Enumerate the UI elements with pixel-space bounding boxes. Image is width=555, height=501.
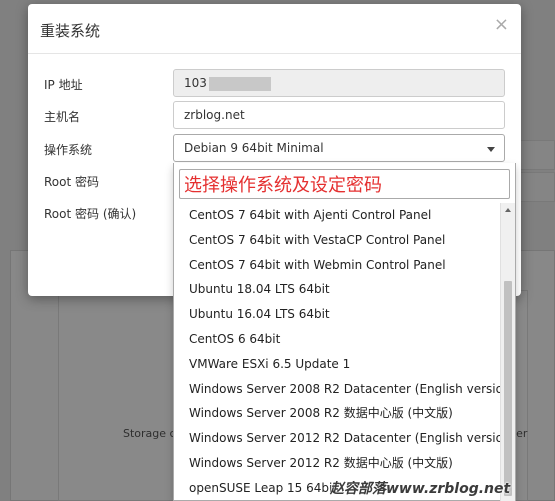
os-option[interactable]: Windows Server 2012 R2 数据中心版 (中文版) <box>174 451 502 476</box>
root-password-label: Root 密码 <box>44 175 100 189</box>
os-option[interactable]: CentOS 7 64bit with Ajenti Control Panel <box>174 203 502 228</box>
os-option[interactable]: Windows Server 2008 R2 数据中心版 (中文版) <box>174 401 502 426</box>
os-option[interactable]: Ubuntu 18.04 LTS 64bit <box>174 277 502 302</box>
os-selected-value: Debian 9 64bit Minimal <box>184 141 324 155</box>
ip-redaction <box>208 76 271 91</box>
ip-label: IP 地址 <box>44 78 83 92</box>
os-search-input[interactable] <box>180 170 509 198</box>
os-search-box[interactable] <box>179 169 510 199</box>
os-option[interactable]: Windows Server 2008 R2 Datacenter (Engli… <box>174 377 502 402</box>
watermark: 赵容部落www.zrblog.net <box>330 481 511 497</box>
os-label: 操作系统 <box>44 143 93 157</box>
os-options-list: CentOS 7 64bit with Ajenti Control Panel… <box>174 203 502 501</box>
os-option[interactable]: CentOS 7 64bit with VestaCP Control Pane… <box>174 228 502 253</box>
dropdown-scrollbar[interactable] <box>500 203 515 501</box>
os-option[interactable]: Ubuntu 16.04 LTS 64bit <box>174 302 502 327</box>
os-option[interactable]: CentOS 6 64bit <box>174 327 502 352</box>
os-dropdown: CentOS 7 64bit with Ajenti Control Panel… <box>173 163 516 501</box>
os-option[interactable]: Windows Server 2012 R2 Datacenter (Engli… <box>174 426 502 451</box>
hostname-value: zrblog.net <box>184 108 245 122</box>
modal-header: 重装系统 × <box>28 4 521 54</box>
scroll-up-icon[interactable] <box>505 208 511 212</box>
hostname-field[interactable]: zrblog.net <box>173 101 505 129</box>
hostname-label: 主机名 <box>44 110 81 124</box>
ip-value: 103 <box>184 76 207 90</box>
os-option[interactable]: VMWare ESXi 6.5 Update 1 <box>174 352 502 377</box>
root-password-confirm-label: Root 密码 (确认) <box>44 207 137 221</box>
close-icon[interactable]: × <box>494 16 509 34</box>
chevron-down-icon <box>487 147 495 152</box>
ip-field: 103 <box>173 69 505 97</box>
modal-title: 重装系统 <box>40 22 101 40</box>
scrollbar-thumb[interactable] <box>504 281 512 496</box>
os-option[interactable]: CentOS 7 64bit with Webmin Control Panel <box>174 253 502 278</box>
os-select[interactable]: Debian 9 64bit Minimal <box>173 134 505 162</box>
